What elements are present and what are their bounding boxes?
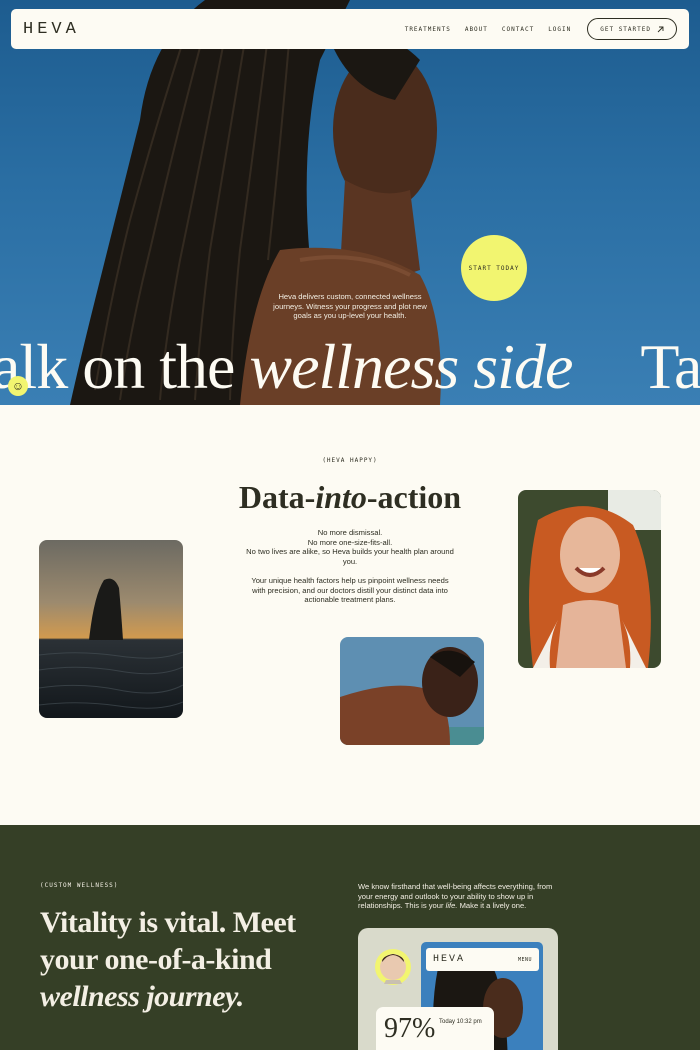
stat-card: 97% Today 10:32 pm xyxy=(376,1007,494,1050)
title-start: Data- xyxy=(238,479,316,515)
main-nav: HEVA TREATMENTS ABOUT CONTACT LOGIN GET … xyxy=(11,9,689,49)
shoulder-closeup-image xyxy=(340,637,484,745)
get-started-label: GET STARTED xyxy=(600,25,651,33)
marquee-text-start: alk on the xyxy=(0,331,250,402)
wellness-copy: We know firsthand that well-being affect… xyxy=(358,882,568,911)
wellness-copy-italic: life. xyxy=(445,901,458,911)
start-today-button[interactable]: START TODAY xyxy=(461,235,527,301)
sunset-swimmer-photo xyxy=(39,540,183,718)
hero-marquee: alk on the wellness side Take xyxy=(0,330,700,404)
shoulder-closeup-photo xyxy=(340,637,484,745)
hero-description: Heva delivers custom, connected wellness… xyxy=(273,292,427,320)
app-preview-menu-button[interactable]: MENU xyxy=(518,957,532,963)
nav-link-login[interactable]: LOGIN xyxy=(548,26,571,33)
nav-link-contact[interactable]: CONTACT xyxy=(502,26,534,33)
wellness-title-line-3: wellness journey. xyxy=(40,980,244,1013)
title-italic: into xyxy=(315,479,367,515)
hero-section: HEVA TREATMENTS ABOUT CONTACT LOGIN GET … xyxy=(0,0,700,405)
marquee-text-italic: wellness side xyxy=(249,331,573,402)
marquee-text-end: Take xyxy=(640,331,700,402)
sunset-swimmer-image xyxy=(39,540,183,718)
section-eyebrow: (HEVA HAPPY) xyxy=(322,457,378,464)
section-paragraph-2: Your unique health factors help us pinpo… xyxy=(251,576,449,605)
get-started-button[interactable]: GET STARTED xyxy=(587,18,677,40)
app-preview-logo: HEVA xyxy=(433,954,466,965)
custom-wellness-section: (CUSTOM WELLNESS) Vitality is vital. Mee… xyxy=(0,825,700,1050)
nav-links: TREATMENTS ABOUT CONTACT LOGIN GET START… xyxy=(391,18,677,40)
section-paragraph-1: No more dismissal. No more one-size-fits… xyxy=(246,528,454,566)
title-end: -action xyxy=(366,479,462,515)
wellness-title-line-1: Vitality is vital. Meet xyxy=(40,906,296,939)
nav-link-about[interactable]: ABOUT xyxy=(465,26,488,33)
wellness-eyebrow: (CUSTOM WELLNESS) xyxy=(40,882,119,889)
wellness-title: Vitality is vital. Meet your one-of-a-ki… xyxy=(40,904,320,1015)
stat-value: 97% xyxy=(384,1013,436,1044)
app-preview-nav: HEVA MENU xyxy=(426,948,539,971)
app-preview-card: HEVA MENU 97% Today 10:32 pm xyxy=(358,928,558,1050)
heva-logo[interactable]: HEVA xyxy=(23,20,80,39)
wellness-copy-end: Make it a lively one. xyxy=(457,901,527,911)
stat-timestamp: Today 10:32 pm xyxy=(439,1019,482,1025)
smiley-icon[interactable]: ☺ xyxy=(8,376,28,396)
arrow-up-right-icon xyxy=(657,26,664,32)
data-into-action-section: (HEVA HAPPY) Data-into-action No more di… xyxy=(0,405,700,825)
wellness-title-line-2: your one-of-a-kind xyxy=(40,943,272,976)
laughing-woman-photo xyxy=(518,490,661,668)
nav-link-treatments[interactable]: TREATMENTS xyxy=(405,26,451,33)
laughing-woman-image xyxy=(518,490,661,668)
